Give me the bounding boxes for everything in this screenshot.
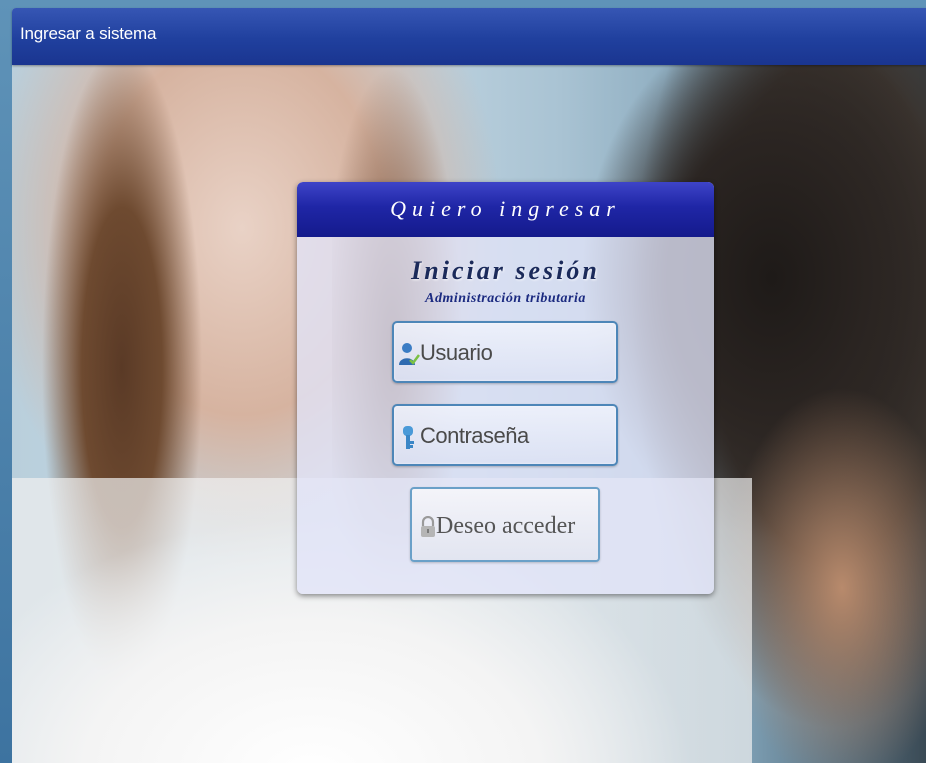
- username-field[interactable]: Usuario: [392, 321, 618, 383]
- login-panel-title: Quiero ingresar: [390, 196, 621, 221]
- login-panel-header: Quiero ingresar: [297, 182, 714, 237]
- user-icon: [398, 341, 420, 367]
- padlock-icon: [419, 515, 437, 538]
- login-heading: Iniciar sesión: [411, 256, 600, 285]
- password-placeholder: Contraseña: [420, 423, 529, 448]
- username-placeholder: Usuario: [420, 340, 493, 365]
- password-field[interactable]: Contraseña: [392, 404, 618, 466]
- window-titlebar: Ingresar a sistema: [12, 8, 926, 65]
- key-icon: [398, 424, 420, 450]
- submit-button[interactable]: Deseo acceder: [410, 487, 600, 562]
- window-title: Ingresar a sistema: [20, 24, 157, 43]
- login-subheading: Administración tributaria: [425, 291, 586, 306]
- login-panel: Quiero ingresar Iniciar sesión Administr…: [297, 182, 714, 594]
- submit-label: Deseo acceder: [436, 513, 576, 539]
